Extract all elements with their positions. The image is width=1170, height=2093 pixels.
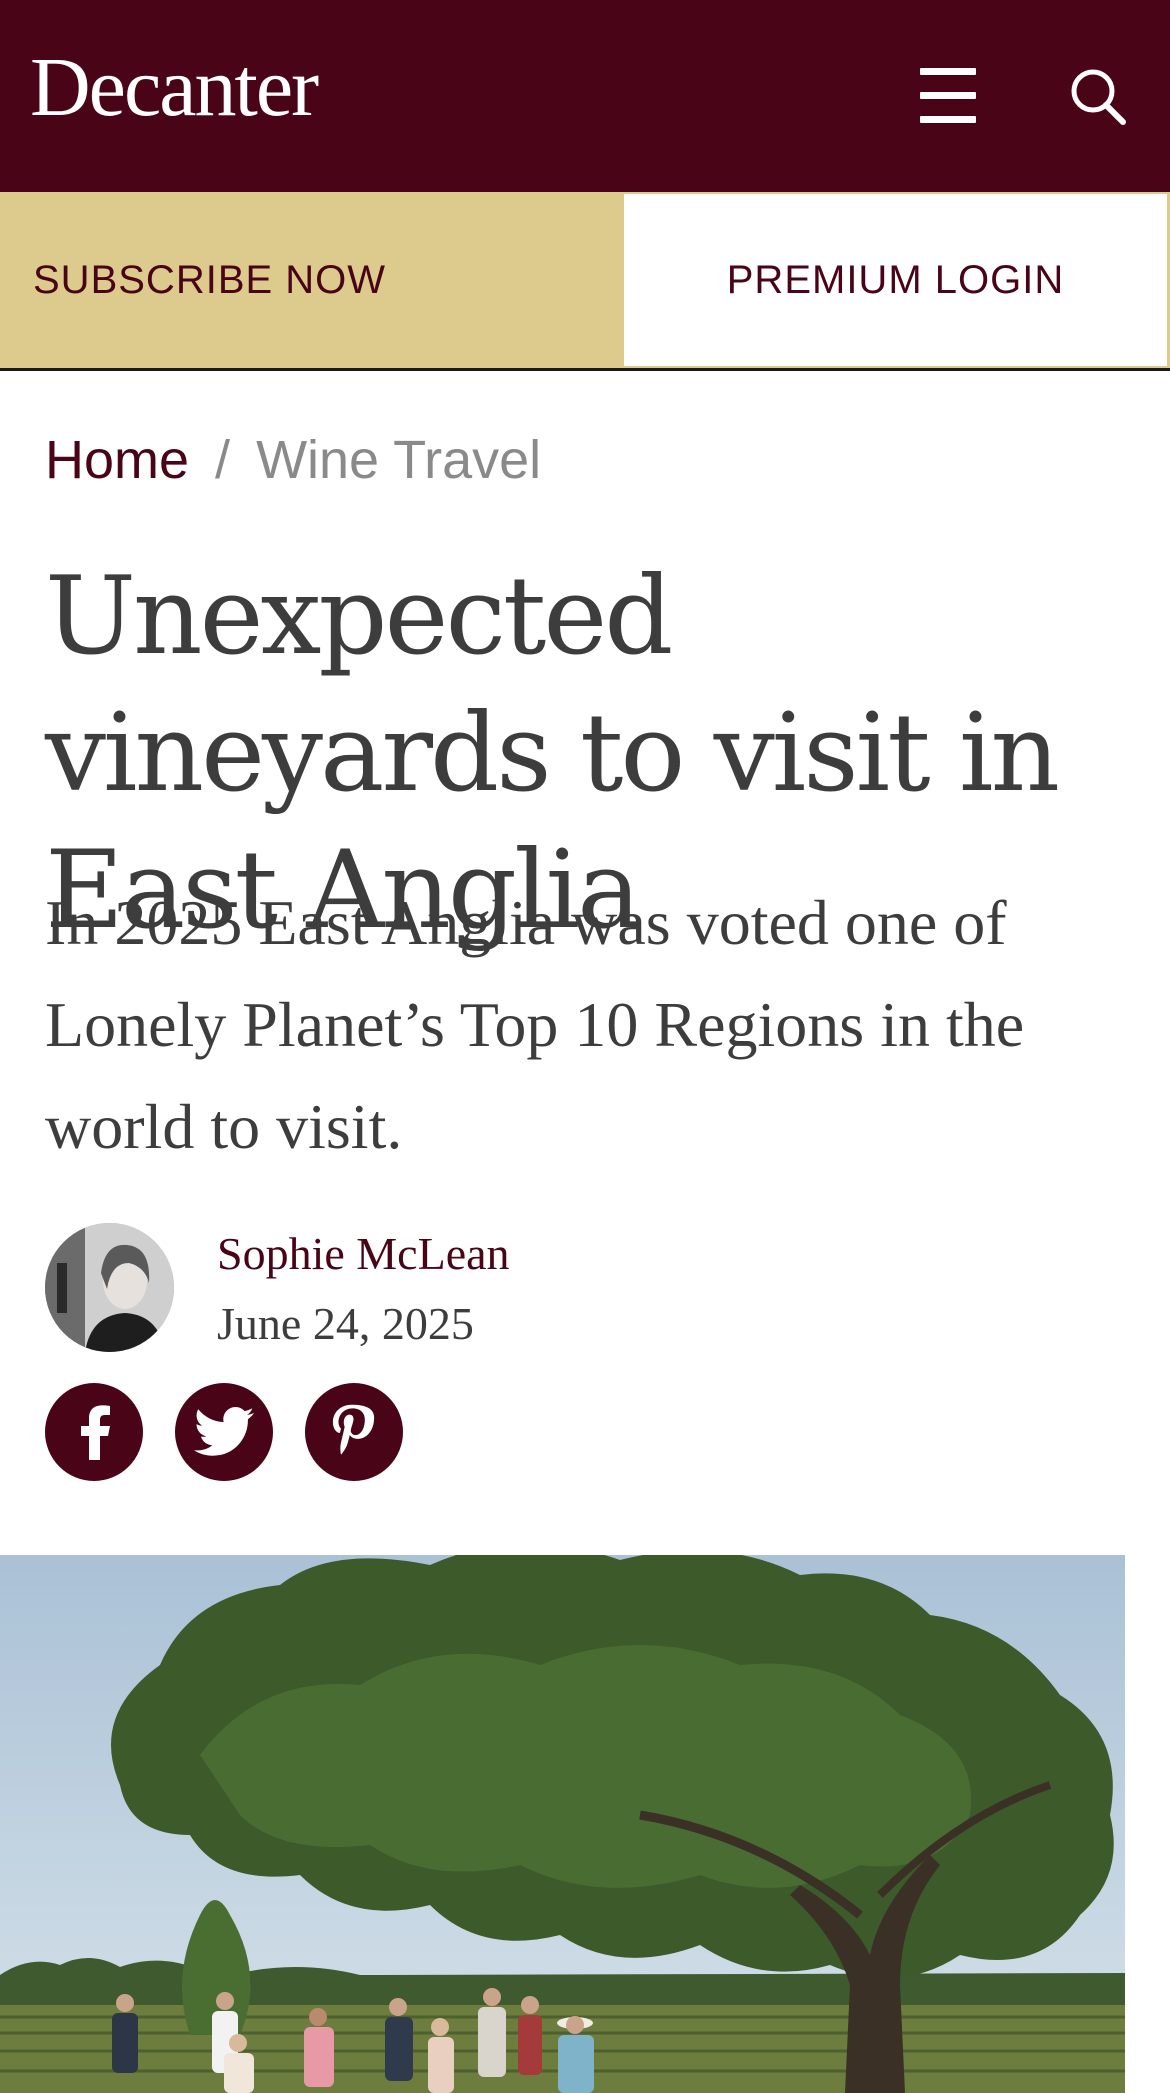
twitter-share-button[interactable]	[175, 1383, 273, 1481]
pinterest-icon	[332, 1404, 375, 1455]
decanter-logo[interactable]: Decanter	[30, 46, 319, 130]
hero-image	[0, 1555, 1125, 2093]
facebook-share-button[interactable]	[45, 1383, 143, 1481]
publish-date: June 24, 2025	[217, 1298, 474, 1349]
divider	[0, 368, 1170, 371]
facebook-icon	[81, 1405, 110, 1460]
breadcrumb-separator: /	[215, 430, 231, 490]
author-avatar[interactable]	[45, 1223, 174, 1352]
subscription-bar: SUBSCRIBE NOW PREMIUM LOGIN	[0, 192, 1170, 371]
article-standfirst: In 2025 East Anglia was voted one of Lon…	[45, 887, 1025, 1162]
search-icon[interactable]	[1068, 66, 1128, 126]
hamburger-menu-icon[interactable]	[920, 68, 976, 124]
breadcrumb-wine-travel-link[interactable]: Wine Travel	[256, 430, 541, 490]
breadcrumb-home-link[interactable]: Home	[45, 430, 189, 490]
site-header: Decanter	[0, 0, 1170, 192]
premium-login-button[interactable]: PREMIUM LOGIN	[622, 192, 1170, 368]
subscribe-now-button[interactable]: SUBSCRIBE NOW	[0, 192, 622, 368]
twitter-icon	[194, 1407, 254, 1456]
author-name-link[interactable]: Sophie McLean	[217, 1226, 510, 1282]
pinterest-share-button[interactable]	[305, 1383, 403, 1481]
breadcrumb: Home / Wine Travel	[45, 428, 541, 492]
